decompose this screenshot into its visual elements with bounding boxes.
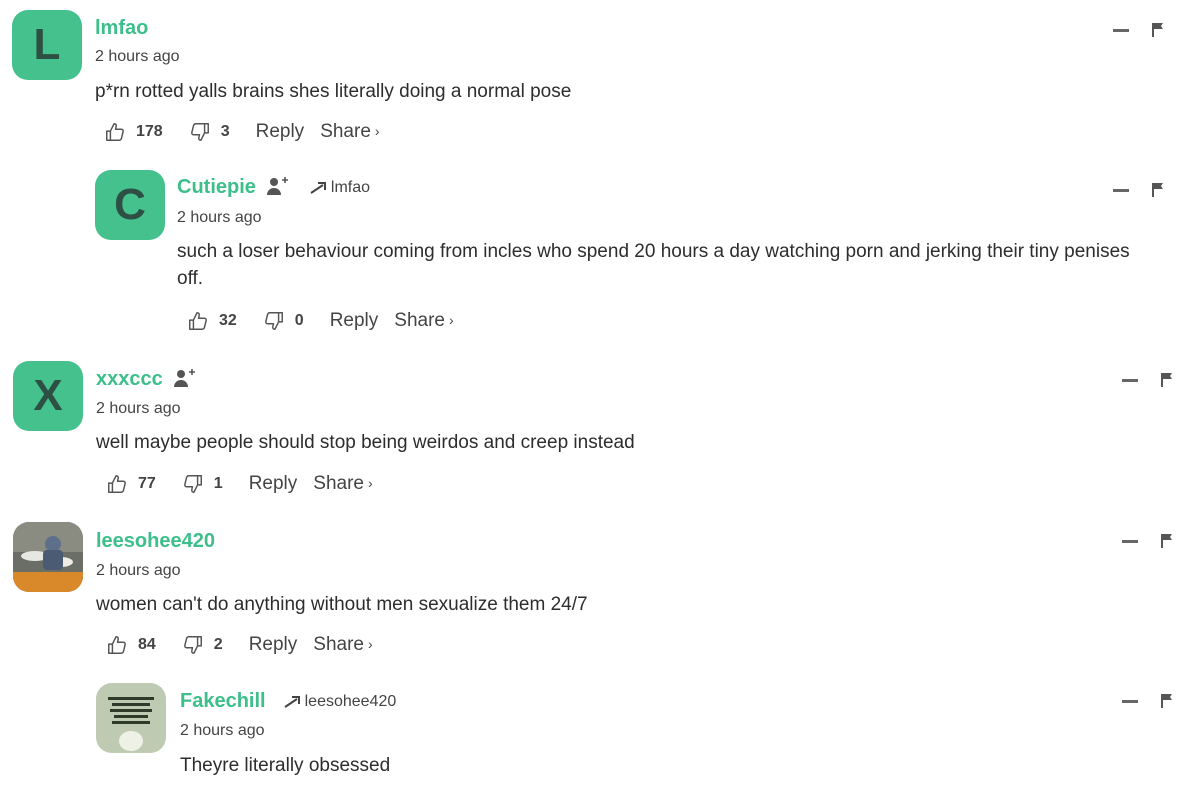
dislike-count: 2 bbox=[213, 636, 223, 653]
thumbs-up-icon[interactable] bbox=[104, 121, 126, 143]
comment-actions: 178 3 Reply Share › bbox=[104, 121, 380, 143]
dislike-count: 0 bbox=[294, 312, 304, 329]
flag-icon[interactable] bbox=[1151, 22, 1165, 38]
reply-to[interactable]: lmfao bbox=[310, 179, 370, 197]
chevron-right-icon: › bbox=[448, 312, 454, 328]
username[interactable]: xxxccc bbox=[96, 368, 163, 391]
username[interactable]: Cutiepie bbox=[177, 176, 256, 199]
comment-text: Theyre literally obsessed bbox=[180, 755, 391, 776]
collapse-icon[interactable] bbox=[1122, 539, 1138, 543]
comment-corner-controls bbox=[1113, 22, 1165, 38]
reply-arrow-icon bbox=[284, 695, 302, 709]
thumbs-down-icon[interactable] bbox=[182, 634, 204, 656]
like-count: 178 bbox=[136, 123, 163, 140]
thumbs-up-icon[interactable] bbox=[187, 310, 209, 332]
reply-button[interactable]: Reply bbox=[249, 634, 298, 656]
username[interactable]: leesohee420 bbox=[96, 530, 215, 553]
dislike-count: 3 bbox=[220, 123, 230, 140]
reply-button[interactable]: Reply bbox=[256, 121, 305, 143]
like-count: 84 bbox=[138, 636, 156, 653]
thumbs-up-icon[interactable] bbox=[106, 634, 128, 656]
flag-icon[interactable] bbox=[1160, 533, 1174, 549]
comment-text: such a loser behaviour coming from incle… bbox=[177, 238, 1187, 292]
comment-text-line: off. bbox=[177, 268, 204, 289]
reply-button[interactable]: Reply bbox=[249, 473, 298, 495]
timestamp: 2 hours ago bbox=[96, 562, 181, 579]
comment-corner-controls bbox=[1122, 693, 1174, 709]
username[interactable]: lmfao bbox=[95, 17, 148, 40]
thumbs-up-icon[interactable] bbox=[106, 473, 128, 495]
share-label: Share bbox=[313, 473, 364, 494]
collapse-icon[interactable] bbox=[1113, 188, 1129, 192]
chevron-right-icon: › bbox=[367, 475, 373, 491]
avatar[interactable]: C bbox=[95, 170, 165, 240]
comment-header: Fakechill leesohee420 bbox=[180, 690, 396, 713]
comment-actions: 32 0 Reply Share › bbox=[187, 310, 454, 332]
add-user-icon[interactable] bbox=[173, 367, 199, 389]
collapse-icon[interactable] bbox=[1113, 28, 1129, 32]
thumbs-down-icon[interactable] bbox=[182, 473, 204, 495]
comment-text: women can't do anything without men sexu… bbox=[96, 594, 588, 615]
reply-to-username[interactable]: lmfao bbox=[331, 179, 370, 197]
thumbs-down-icon[interactable] bbox=[263, 310, 285, 332]
chevron-right-icon: › bbox=[374, 123, 380, 139]
avatar[interactable]: X bbox=[13, 361, 83, 431]
share-label: Share bbox=[394, 310, 445, 331]
like-count: 77 bbox=[138, 475, 156, 492]
share-button[interactable]: Share › bbox=[320, 121, 379, 143]
share-button[interactable]: Share › bbox=[313, 473, 372, 495]
dislike-count: 1 bbox=[213, 475, 223, 492]
comment-header: xxxccc bbox=[96, 368, 199, 391]
comment-text-line: such a loser behaviour coming from incle… bbox=[177, 241, 1130, 262]
comment-actions: 77 1 Reply Share › bbox=[106, 473, 373, 495]
reply-to-username[interactable]: leesohee420 bbox=[305, 693, 397, 711]
timestamp: 2 hours ago bbox=[177, 209, 262, 226]
collapse-icon[interactable] bbox=[1122, 378, 1138, 382]
timestamp: 2 hours ago bbox=[96, 400, 181, 417]
avatar[interactable] bbox=[13, 522, 83, 592]
comment-actions: 84 2 Reply Share › bbox=[106, 634, 373, 656]
add-user-icon[interactable] bbox=[266, 175, 292, 197]
comment-corner-controls bbox=[1122, 533, 1174, 549]
reply-arrow-icon bbox=[310, 181, 328, 195]
timestamp: 2 hours ago bbox=[180, 722, 265, 739]
reply-to[interactable]: leesohee420 bbox=[284, 693, 397, 711]
reply-button[interactable]: Reply bbox=[330, 310, 379, 332]
like-count: 32 bbox=[219, 312, 237, 329]
comment-header: Cutiepie lmfao bbox=[177, 176, 370, 199]
share-button[interactable]: Share › bbox=[394, 310, 453, 332]
share-label: Share bbox=[313, 634, 364, 655]
flag-icon[interactable] bbox=[1151, 182, 1165, 198]
share-button[interactable]: Share › bbox=[313, 634, 372, 656]
flag-icon[interactable] bbox=[1160, 372, 1174, 388]
collapse-icon[interactable] bbox=[1122, 699, 1138, 703]
share-label: Share bbox=[320, 121, 371, 142]
comment-text: well maybe people should stop being weir… bbox=[96, 432, 635, 453]
avatar[interactable] bbox=[96, 683, 166, 753]
comment-corner-controls bbox=[1122, 372, 1174, 388]
comment-text: p*rn rotted yalls brains shes literally … bbox=[95, 81, 572, 102]
timestamp: 2 hours ago bbox=[95, 48, 180, 65]
avatar[interactable]: L bbox=[12, 10, 82, 80]
flag-icon[interactable] bbox=[1160, 693, 1174, 709]
thumbs-down-icon[interactable] bbox=[189, 121, 211, 143]
username[interactable]: Fakechill bbox=[180, 690, 266, 713]
chevron-right-icon: › bbox=[367, 636, 373, 652]
comment-corner-controls bbox=[1113, 182, 1165, 198]
